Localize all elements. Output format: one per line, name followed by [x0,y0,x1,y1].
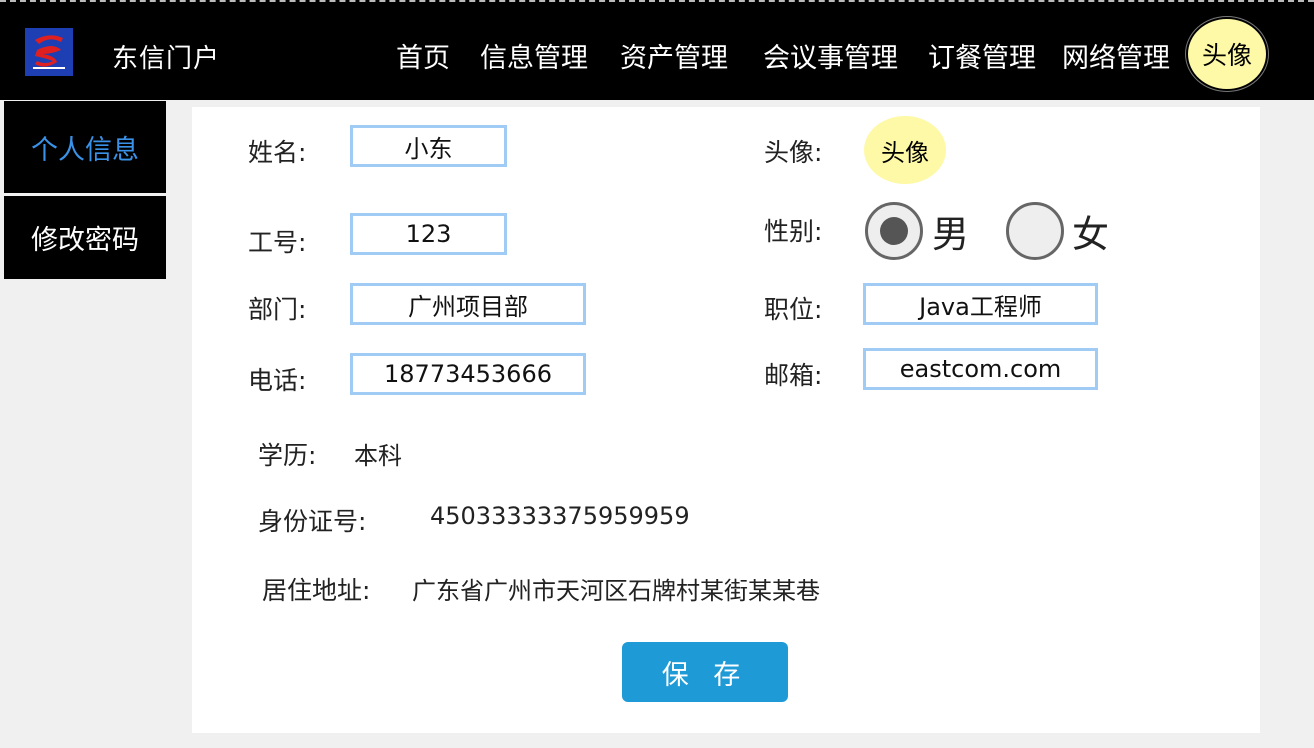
nav-home[interactable]: 首页 [396,36,450,75]
address-label: 居住地址: [262,576,371,605]
sidebar-item-personal-info[interactable]: 个人信息 [4,101,166,193]
employee-id-label: 工号: [248,228,307,257]
education-value: 本科 [354,442,402,470]
gender-label: 性别: [764,217,823,246]
avatar-label: 头像: [764,138,823,167]
nav-asset-management[interactable]: 资产管理 [620,36,728,75]
top-navbar: 东信门户 首页 信息管理 资产管理 会议事管理 订餐管理 网络管理 头像 [0,0,1314,100]
email-field[interactable] [863,348,1098,390]
department-label: 部门: [248,295,307,324]
brand-title: 东信门户 [112,44,221,74]
profile-panel [192,107,1260,733]
id-card-value: 45033333375959959 [430,502,690,530]
department-field[interactable] [350,283,586,325]
education-label: 学历: [258,441,317,470]
position-label: 职位: [764,295,823,324]
phone-label: 电话: [248,366,307,395]
nav-meeting-management[interactable]: 会议事管理 [763,36,898,75]
avatar[interactable]: 头像 [864,116,946,184]
employee-id-field[interactable] [350,213,507,255]
nav-network-management[interactable]: 网络管理 [1062,36,1170,75]
logo-icon[interactable] [25,28,73,76]
gender-female-radio[interactable] [1006,202,1064,260]
save-button[interactable]: 保 存 [622,642,788,702]
email-label: 邮箱: [764,361,823,390]
address-value: 广东省广州市天河区石牌村某街某某巷 [412,577,820,605]
name-field[interactable] [350,125,507,167]
nav-info-management[interactable]: 信息管理 [480,36,588,75]
user-avatar-button[interactable]: 头像 [1186,17,1268,91]
gender-male-label: 男 [932,213,969,256]
phone-field[interactable] [350,353,586,395]
position-field[interactable] [863,283,1098,325]
gender-male-radio[interactable] [865,202,923,260]
nav-meal-order-management[interactable]: 订餐管理 [928,36,1036,75]
id-card-label: 身份证号: [258,507,367,536]
radio-selected-dot [880,217,908,245]
name-label: 姓名: [248,138,307,167]
gender-female-label: 女 [1072,213,1109,256]
sidebar-item-change-password[interactable]: 修改密码 [4,196,166,279]
